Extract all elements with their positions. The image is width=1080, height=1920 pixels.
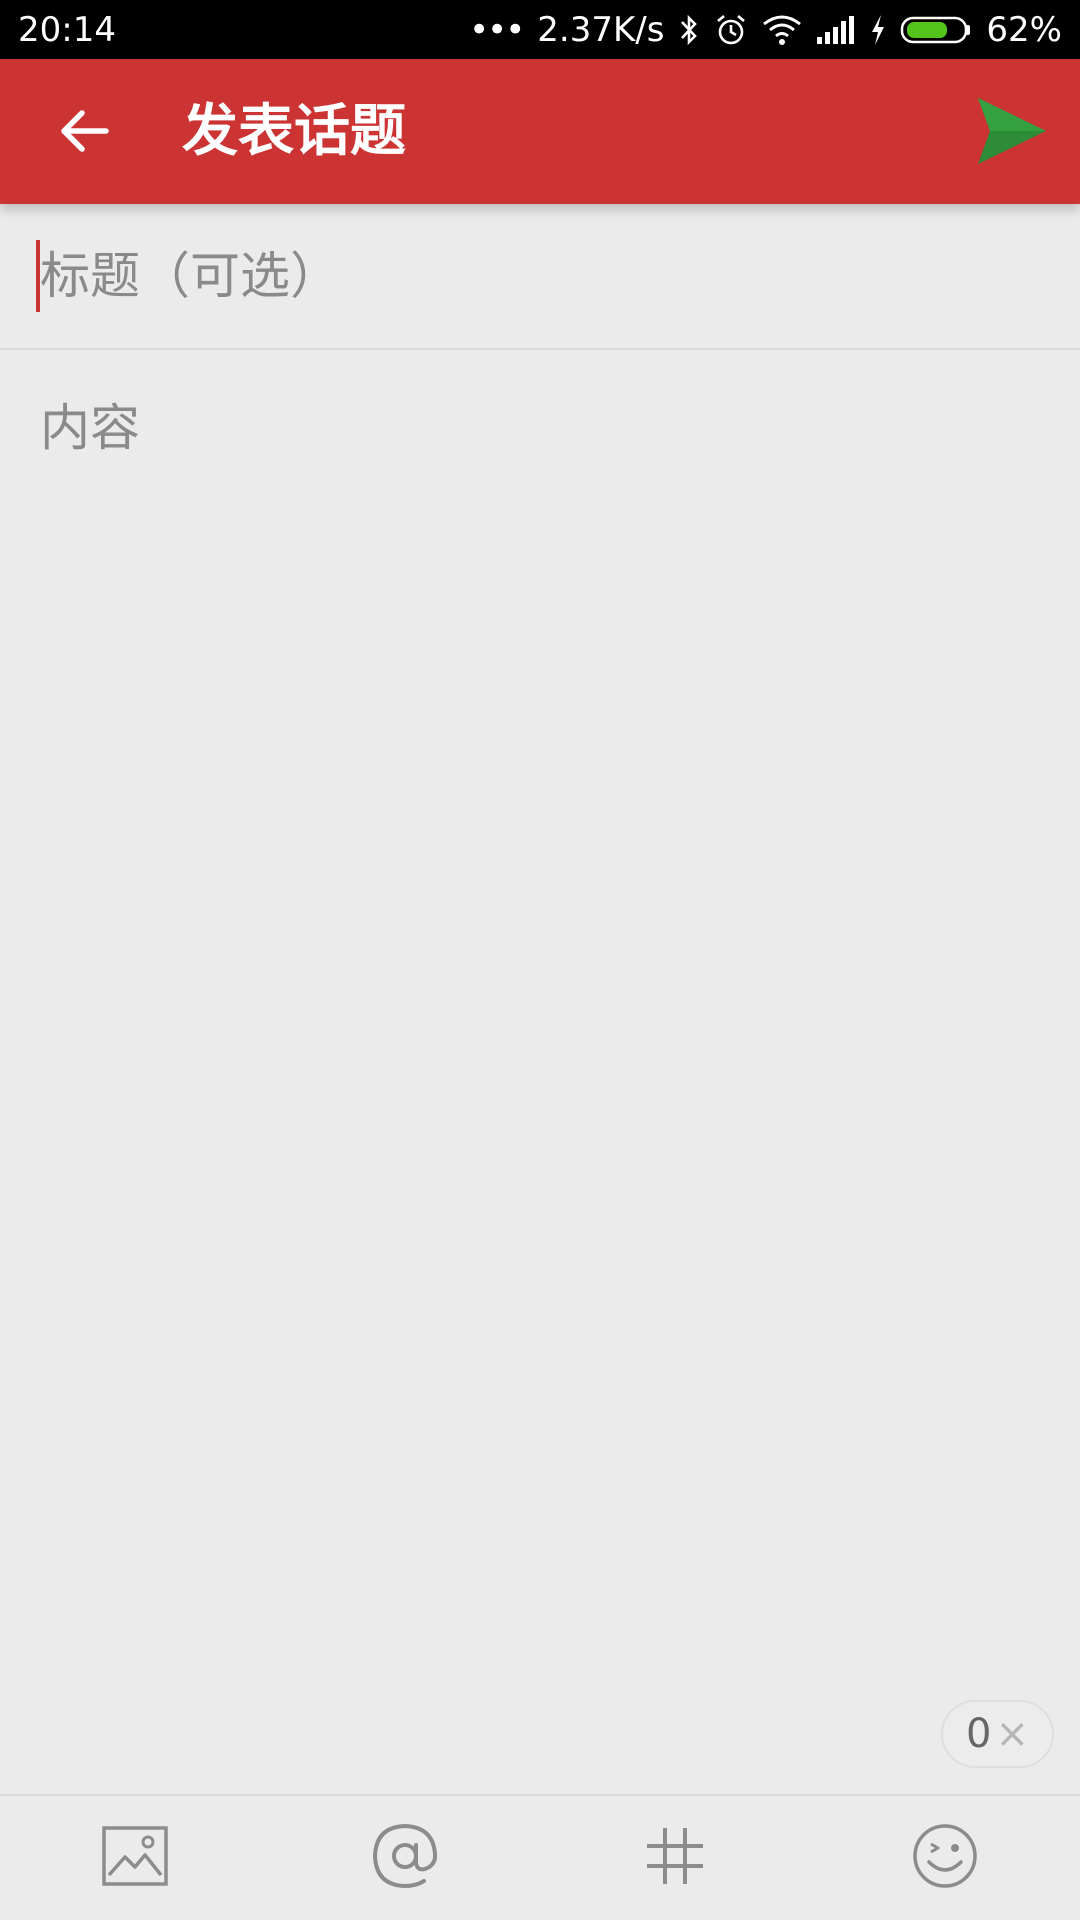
status-bar: 20:14 ••• 2.37K/s 62% xyxy=(0,0,1080,59)
image-icon xyxy=(102,1826,168,1886)
send-icon xyxy=(978,98,1046,164)
app-bar: 发表话题 xyxy=(0,59,1080,204)
char-count: 0 xyxy=(966,1711,992,1757)
arrow-left-icon xyxy=(61,110,109,152)
title-placeholder: 标题（可选） xyxy=(40,247,340,305)
more-dots-icon: ••• xyxy=(469,9,525,50)
bottom-toolbar xyxy=(0,1794,1080,1920)
mention-button[interactable] xyxy=(360,1816,450,1896)
charging-icon xyxy=(870,14,886,46)
char-counter[interactable]: 0 × xyxy=(941,1700,1054,1768)
content-input[interactable]: 内容 xyxy=(0,352,1080,1792)
insert-image-button[interactable] xyxy=(90,1816,180,1896)
battery-percent: 62% xyxy=(986,9,1062,50)
hashtag-icon xyxy=(647,1828,703,1884)
clear-icon: × xyxy=(995,1711,1029,1757)
status-time: 20:14 xyxy=(18,9,116,50)
title-input[interactable]: 标题（可选） xyxy=(0,204,1080,350)
bluetooth-icon xyxy=(678,13,700,47)
status-icons: ••• 2.37K/s 62% xyxy=(469,10,1062,50)
alarm-icon xyxy=(714,13,748,47)
at-icon xyxy=(372,1823,438,1889)
back-button[interactable] xyxy=(44,95,124,167)
emoji-button[interactable] xyxy=(900,1816,990,1896)
content-placeholder: 内容 xyxy=(40,399,140,457)
emoji-icon xyxy=(913,1824,977,1888)
battery-icon xyxy=(900,15,972,45)
signal-icon xyxy=(816,15,856,45)
net-speed: 2.37K/s xyxy=(537,9,665,50)
wifi-icon xyxy=(762,14,802,46)
hashtag-button[interactable] xyxy=(630,1816,720,1896)
send-button[interactable] xyxy=(972,93,1052,169)
page-title: 发表话题 xyxy=(182,99,406,164)
